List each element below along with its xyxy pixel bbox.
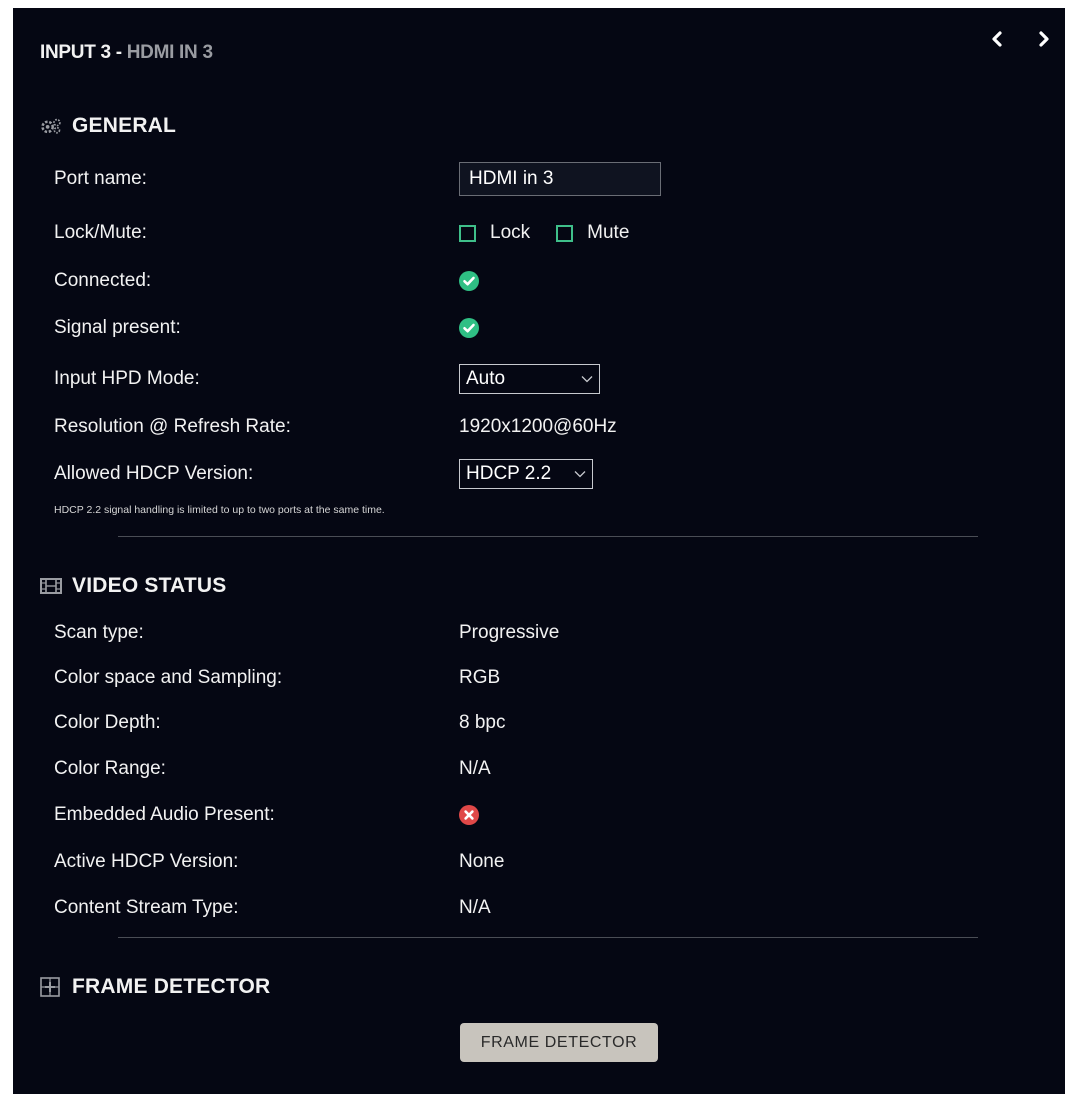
lock-checkbox[interactable]: Lock	[459, 222, 530, 244]
scan-type-value: Progressive	[459, 622, 560, 643]
check-circle-icon	[459, 318, 479, 338]
resolution-value: 1920x1200@60Hz	[459, 416, 617, 437]
resolution-label: Resolution @ Refresh Rate:	[54, 416, 291, 437]
color-depth-value: 8 bpc	[459, 712, 506, 733]
color-range-value: N/A	[459, 758, 491, 779]
lock-mute-label: Lock/Mute:	[54, 222, 147, 243]
content-stream-row: Content Stream Type: N/A	[54, 888, 1065, 928]
chevron-down-icon	[574, 470, 586, 478]
allowed-hdcp-row: Allowed HDCP Version: HDCP 2.2	[54, 454, 1065, 494]
frame-detector-button[interactable]: FRAME DETECTOR	[460, 1023, 658, 1062]
color-space-row: Color space and Sampling: RGB	[54, 658, 1065, 698]
check-circle-icon	[459, 271, 479, 291]
active-hdcp-value: None	[459, 851, 505, 872]
connected-label: Connected:	[54, 270, 152, 291]
port-name-row: Port name:	[54, 159, 1065, 199]
mute-checkbox-box[interactable]	[556, 224, 574, 242]
allowed-hdcp-selected: HDCP 2.2	[466, 463, 552, 484]
connected-row: Connected:	[54, 261, 1065, 301]
active-hdcp-row: Active HDCP Version: None	[54, 842, 1065, 882]
video-status-section-heading: VIDEO STATUS	[40, 574, 226, 598]
chevron-down-icon	[581, 375, 593, 383]
general-section-heading: GENERAL	[40, 114, 176, 138]
previous-port-button[interactable]	[986, 28, 1008, 50]
port-name-input[interactable]	[459, 162, 661, 196]
color-depth-label: Color Depth:	[54, 712, 161, 733]
embedded-audio-row: Embedded Audio Present:	[54, 795, 1065, 835]
scan-type-row: Scan type: Progressive	[54, 613, 1065, 653]
color-range-label: Color Range:	[54, 758, 166, 779]
title-main: INPUT 3 -	[40, 42, 127, 63]
chevron-left-icon	[992, 31, 1002, 47]
mute-checkbox[interactable]: Mute	[556, 222, 629, 244]
video-status-heading-text: VIDEO STATUS	[72, 574, 227, 597]
color-space-label: Color space and Sampling:	[54, 667, 283, 688]
frame-detector-section-heading: FRAME DETECTOR	[40, 975, 270, 999]
port-details-panel: INPUT 3 - HDMI IN 3 GENERAL Port name: L…	[13, 8, 1065, 1094]
mute-checkbox-label: Mute	[587, 222, 630, 243]
divider	[118, 937, 978, 938]
resolution-row: Resolution @ Refresh Rate: 1920x1200@60H…	[54, 407, 1065, 447]
lock-checkbox-label: Lock	[490, 222, 531, 243]
chevron-right-icon	[1039, 31, 1049, 47]
grid-icon	[40, 976, 62, 998]
frame-detector-heading-text: FRAME DETECTOR	[72, 975, 271, 998]
allowed-hdcp-select[interactable]: HDCP 2.2	[459, 459, 593, 489]
allowed-hdcp-label: Allowed HDCP Version:	[54, 463, 254, 484]
title-port-name: HDMI IN 3	[126, 42, 213, 63]
general-heading-text: GENERAL	[72, 114, 177, 137]
color-space-value: RGB	[459, 667, 501, 688]
hpd-mode-selected: Auto	[466, 368, 506, 389]
embedded-audio-label: Embedded Audio Present:	[54, 804, 275, 825]
hdcp-note: HDCP 2.2 signal handling is limited to u…	[54, 504, 385, 516]
next-port-button[interactable]	[1033, 28, 1055, 50]
port-name-label: Port name:	[54, 168, 147, 189]
x-circle-icon	[459, 805, 479, 825]
hpd-mode-label: Input HPD Mode:	[54, 368, 200, 389]
gears-icon	[40, 115, 62, 137]
page-title: INPUT 3 - HDMI IN 3	[40, 42, 213, 64]
film-icon	[40, 575, 62, 597]
color-depth-row: Color Depth: 8 bpc	[54, 703, 1065, 743]
signal-present-label: Signal present:	[54, 317, 181, 338]
divider	[118, 536, 978, 537]
hpd-mode-row: Input HPD Mode: Auto	[54, 359, 1065, 399]
content-stream-label: Content Stream Type:	[54, 897, 239, 918]
content-stream-value: N/A	[459, 897, 491, 918]
signal-present-row: Signal present:	[54, 308, 1065, 348]
active-hdcp-label: Active HDCP Version:	[54, 851, 239, 872]
lock-checkbox-box[interactable]	[459, 224, 476, 242]
color-range-row: Color Range: N/A	[54, 749, 1065, 789]
lock-mute-row: Lock/Mute: Lock Mute	[54, 213, 1065, 253]
hpd-mode-select[interactable]: Auto	[459, 364, 600, 394]
scan-type-label: Scan type:	[54, 622, 144, 643]
